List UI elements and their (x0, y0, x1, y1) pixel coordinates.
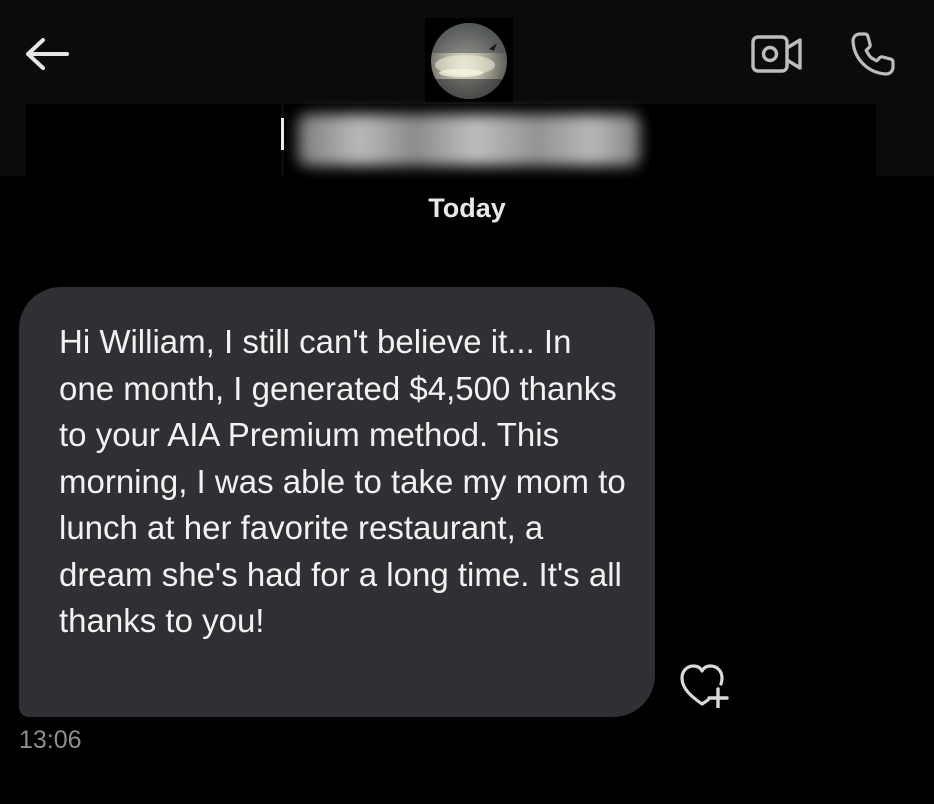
back-button[interactable] (20, 30, 72, 82)
contact-name[interactable] (284, 104, 652, 176)
voice-call-button[interactable] (844, 28, 902, 84)
heart-plus-icon (678, 662, 730, 713)
phone-icon (848, 29, 898, 84)
message-bubble[interactable]: Hi William, I still can't believe it... … (19, 287, 655, 717)
conversation-header (0, 0, 934, 176)
redaction-bar-left (26, 104, 281, 176)
redaction-bar-right (652, 104, 876, 176)
contact-name-blurred (298, 114, 640, 166)
message-text: Hi William, I still can't believe it... … (59, 323, 626, 639)
contact-avatar-frame[interactable] (425, 18, 513, 102)
message-timestamp: 13:06 (19, 726, 82, 754)
date-separator: Today (428, 193, 506, 223)
add-reaction-button[interactable] (676, 662, 732, 712)
avatar[interactable] (431, 23, 507, 99)
video-camera-icon (750, 32, 804, 81)
video-call-button[interactable] (748, 30, 806, 82)
arrow-left-icon (23, 36, 69, 77)
